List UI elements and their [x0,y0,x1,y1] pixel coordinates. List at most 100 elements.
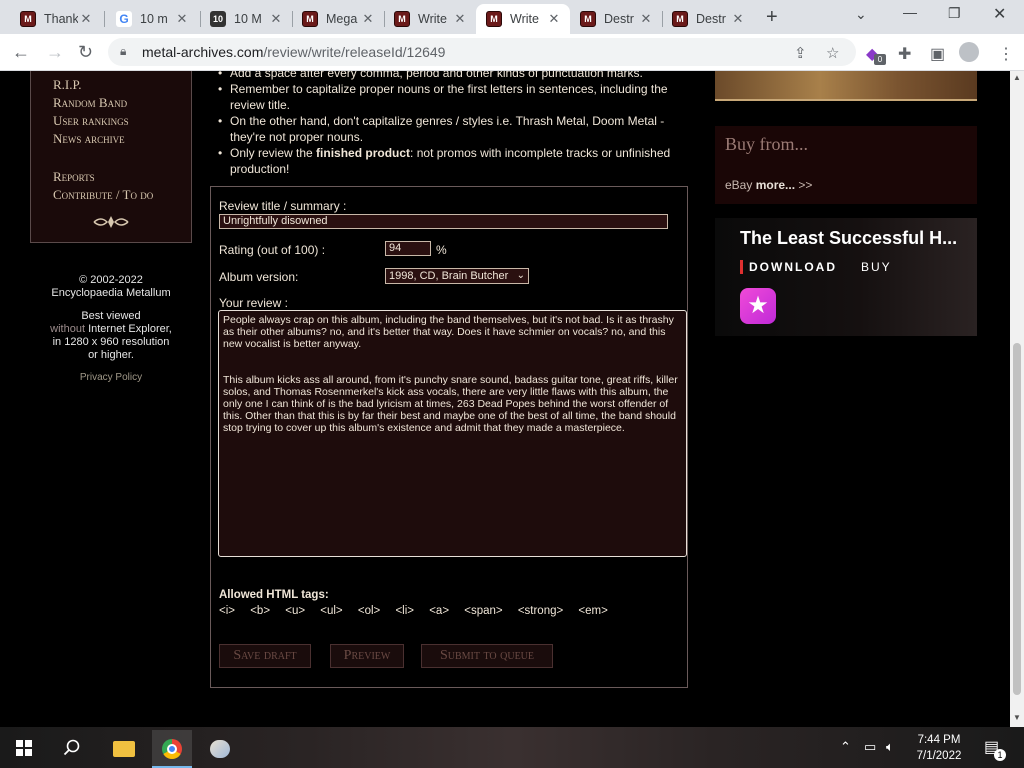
page-scrollbar[interactable]: ▲ ▼ [1010,71,1024,727]
ornament-icon [93,216,129,228]
browser-tab[interactable]: M Destr ✕ [662,4,754,34]
allowed-tags-list: <i> <b> <u> <ul> <ol> <li> <a> <span> <s… [219,605,620,617]
search-icon[interactable] [63,739,81,757]
tab-strip: M Thank ✕ G 10 m ✕ 10 10 M ✕ M Mega ✕ M … [0,0,1024,34]
album-version-label: Album version: [219,270,299,284]
close-icon[interactable]: ✕ [638,11,654,27]
bookmark-star-icon[interactable]: ☆ [826,44,839,62]
menu-link-rip[interactable]: R.I.P. [53,77,82,93]
preview-button[interactable]: Preview [330,644,404,668]
review-title-input[interactable]: Unrightfully disowned [219,214,668,229]
menu-link-news-archive[interactable]: News archive [53,131,125,147]
allowed-tag: <em> [578,605,608,617]
chrome-icon[interactable] [152,730,192,768]
submit-to-queue-button[interactable]: Submit to queue [421,644,553,668]
close-icon[interactable]: ✕ [452,11,468,27]
avatar[interactable] [959,42,979,62]
forward-icon[interactable]: → [46,42,64,63]
menu-link-user-rankings[interactable]: User rankings [53,113,129,129]
browser-tab[interactable]: G 10 m ✕ [106,4,198,34]
ad-buy[interactable]: BUY [861,260,892,274]
album-version-select[interactable]: 1998, CD, Brain Butcher ⌄ [385,268,529,284]
back-icon[interactable]: ← [12,42,30,63]
ebay-more-link[interactable]: more... [756,178,795,192]
allowed-tag: <span> [464,605,503,617]
paint-icon[interactable] [200,730,240,768]
tab-title: Write [510,12,539,26]
menu-link-reports[interactable]: Reports [53,169,95,185]
close-icon[interactable]: ✕ [174,11,190,27]
review-textarea[interactable]: People always crap on this album, includ… [218,310,687,557]
browser-tab[interactable]: M Mega ✕ [292,4,384,34]
ad-download[interactable]: DOWNLOAD [740,260,837,274]
allowed-tags-label: Allowed HTML tags: [219,589,329,601]
browser-tab[interactable]: M Destr ✕ [570,4,662,34]
review-title-label: Review title / summary : [219,199,347,213]
close-icon[interactable]: ✕ [730,11,746,27]
system-clock[interactable]: 7:44 PM 7/1/2022 [910,732,968,764]
menu-link-random-band[interactable]: Random Band [53,95,127,111]
allowed-tag: <ul> [320,605,343,617]
window-close-icon[interactable]: ✕ [993,4,1006,24]
allowed-tag: <b> [250,605,271,617]
scrollbar-thumb[interactable] [1013,343,1021,695]
best-viewed-ie: Internet Explorer, [85,323,172,335]
album-art-banner [715,71,977,101]
rating-input[interactable]: 94 [385,241,431,256]
browser-tab[interactable]: 10 10 M ✕ [200,4,292,34]
url-field[interactable]: 🔒︎ metal-archives.com/review/write/relea… [108,38,856,66]
tab-title: 10 M [234,12,262,26]
tab-title: Write [418,12,447,26]
ad-title: The Least Successful H... [740,228,958,248]
review-paragraph: People always crap on this album, includ… [223,314,674,350]
save-draft-button[interactable]: Save draft [219,644,311,668]
best-viewed-note: Best viewed without Internet Explorer, i… [30,310,192,362]
share-icon[interactable]: ⇪ [794,44,807,62]
allowed-tag: <i> [219,605,235,617]
scroll-down-icon[interactable]: ▼ [1013,713,1021,722]
itunes-ad[interactable]: The Least Successful H... DOWNLOAD BUY ★ [715,218,977,336]
tab-title: Thank [44,12,78,26]
scroll-up-icon[interactable]: ▲ [1013,73,1021,82]
best-viewed-line: or higher. [88,349,134,361]
browser-tab-active[interactable]: M Write ✕ [476,4,570,34]
side-panel-icon[interactable]: ▣ [930,44,945,64]
review-paragraph: This album kicks ass all around, from it… [223,374,678,434]
lock-icon[interactable]: 🔒︎ [120,44,126,59]
close-icon[interactable]: ✕ [268,11,284,27]
volume-icon[interactable]: 🔈︎ [886,739,894,755]
reload-icon[interactable]: ↻ [78,42,93,63]
windows-taskbar: ⌃ ▭ 🔈︎ 7:44 PM 7/1/2022 ▤ 1 [0,727,1024,768]
close-icon[interactable]: ✕ [546,11,562,27]
new-tab-icon[interactable]: + [766,6,778,29]
restore-icon[interactable]: ❐ [948,5,961,22]
minimize-icon[interactable]: — [903,4,917,20]
privacy-policy-link[interactable]: Privacy Policy [30,372,192,383]
menu-icon[interactable]: ⋮ [998,44,1014,64]
rule-item: Only review the finished product: not pr… [216,145,686,177]
tab-title: Destr [604,12,634,26]
browser-tab[interactable]: M Write ✕ [384,4,476,34]
buy-from-box: Buy from... eBay more... >> [715,126,977,204]
page-content: R.I.P. Random Band User rankings News ar… [0,71,1010,727]
close-icon[interactable]: ✕ [78,11,94,27]
tab-title: Destr [696,12,726,26]
album-version-value: 1998, CD, Brain Butcher [389,270,509,282]
puzzle-icon[interactable]: ✚ [898,44,911,64]
tab-search-icon[interactable]: ⌄ [855,6,867,23]
menu-link-contribute[interactable]: Contribute / To do [53,187,153,203]
metal-archives-icon: M [486,11,502,27]
file-explorer-icon[interactable] [103,730,143,768]
clock-time: 7:44 PM [917,734,961,746]
best-viewed-line: without Internet Explorer, [30,323,192,336]
metal-archives-icon: M [672,11,688,27]
chevron-up-icon[interactable]: ⌃ [840,739,851,755]
tab-title: Mega [326,12,358,26]
close-icon[interactable]: ✕ [360,11,376,27]
browser-tab[interactable]: M Thank ✕ [10,4,102,34]
network-icon[interactable]: ▭ [864,739,876,755]
rating-unit: % [436,243,447,257]
windows-start-icon[interactable] [16,740,32,756]
allowed-tag: <strong> [517,605,564,617]
rule-item: Add a space after every comma, period an… [216,71,686,81]
